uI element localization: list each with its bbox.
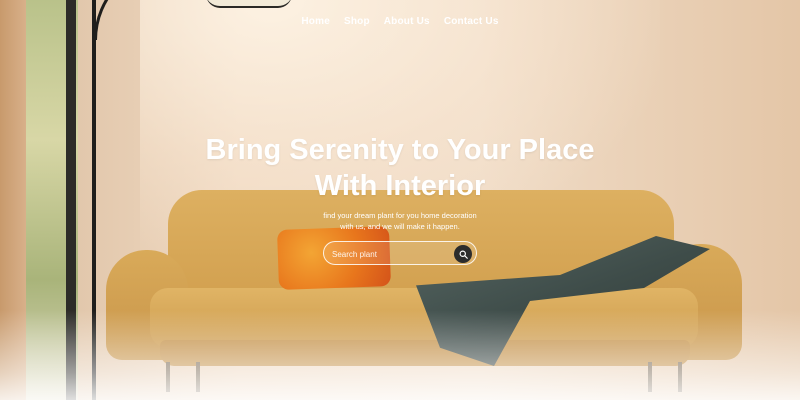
hero-section: Home Shop About Us Contact Us Bring Sere…	[0, 0, 800, 400]
nav-about-us[interactable]: About Us	[384, 16, 430, 27]
search-icon	[459, 250, 468, 259]
search-input[interactable]	[332, 246, 452, 262]
hero-subtitle: find your dream plant for you home decor…	[0, 210, 800, 232]
hero-title-line1: Bring Serenity to Your Place	[205, 134, 595, 166]
floor-fade	[0, 310, 800, 400]
search-bar	[323, 241, 477, 265]
hero-subtitle-line2: with us, and we will make it happen.	[340, 222, 460, 231]
hero-title: Bring Serenity to Your Place With Interi…	[0, 132, 800, 204]
main-nav: Home Shop About Us Contact Us	[0, 16, 800, 27]
nav-home[interactable]: Home	[301, 16, 330, 27]
floor-lamp-shade	[206, 0, 292, 8]
search-button[interactable]	[454, 245, 472, 263]
hero-title-line2: With Interior	[314, 170, 486, 202]
nav-contact-us[interactable]: Contact Us	[444, 16, 499, 27]
nav-shop[interactable]: Shop	[344, 16, 370, 27]
hero-subtitle-line1: find your dream plant for you home decor…	[323, 211, 477, 220]
